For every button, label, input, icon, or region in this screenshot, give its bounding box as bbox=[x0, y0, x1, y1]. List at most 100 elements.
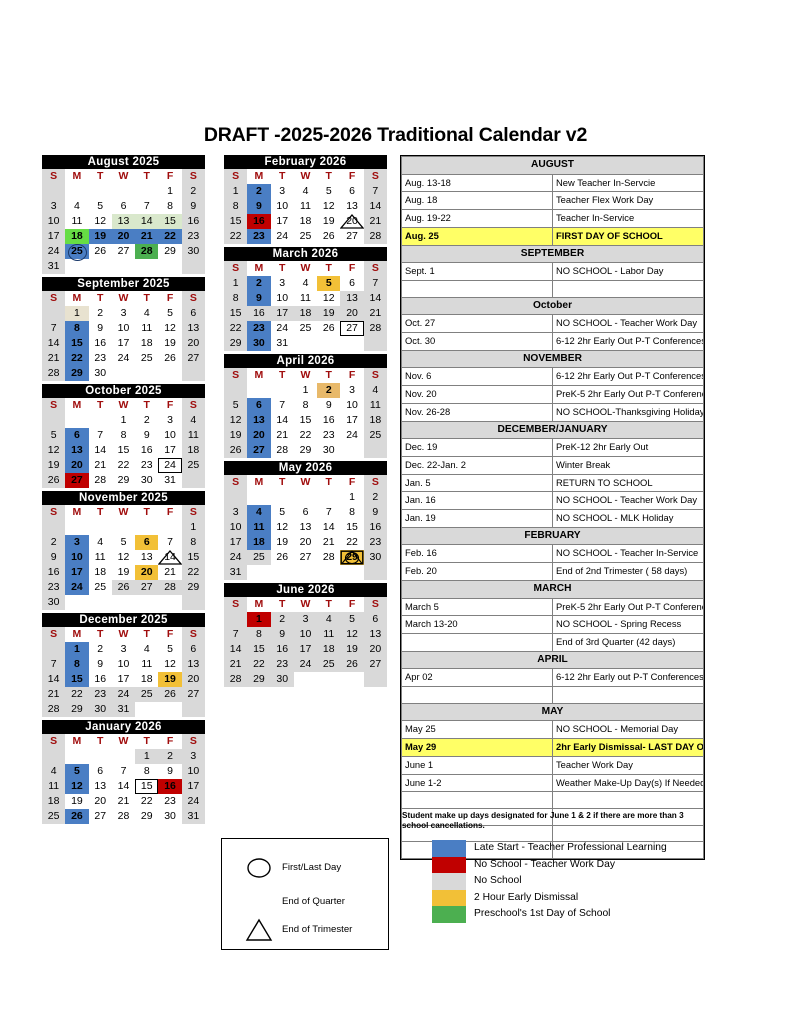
calendar-day-cell[interactable]: 21 bbox=[271, 428, 294, 443]
calendar-day-cell[interactable]: 16 bbox=[89, 336, 112, 351]
calendar-day-cell[interactable]: 14 bbox=[317, 520, 340, 535]
calendar-day-cell[interactable]: 28 bbox=[135, 244, 159, 259]
calendar-day-cell[interactable]: 13 bbox=[294, 520, 317, 535]
calendar-day-cell[interactable]: 9 bbox=[158, 764, 181, 779]
calendar-day-cell[interactable]: 26 bbox=[42, 473, 66, 488]
calendar-day-cell[interactable]: 14 bbox=[224, 642, 248, 657]
calendar-day-cell[interactable]: 16 bbox=[270, 642, 294, 657]
calendar-day-cell[interactable]: 4 bbox=[181, 413, 205, 428]
calendar-day-cell[interactable]: 23 bbox=[270, 657, 294, 672]
calendar-day-cell[interactable]: 26 bbox=[65, 809, 89, 824]
calendar-day-cell[interactable]: 13 bbox=[65, 443, 89, 458]
calendar-day-cell[interactable]: 10 bbox=[181, 764, 205, 779]
calendar-day-cell[interactable]: 9 bbox=[89, 321, 112, 336]
calendar-day-cell[interactable]: 3 bbox=[224, 505, 248, 520]
calendar-day-cell[interactable]: 17 bbox=[181, 779, 205, 794]
calendar-day-cell[interactable]: 30 bbox=[158, 809, 181, 824]
calendar-day-cell[interactable]: 19 bbox=[340, 642, 364, 657]
calendar-day-cell[interactable]: 5 bbox=[158, 306, 181, 321]
calendar-day-cell[interactable]: 14 bbox=[89, 443, 112, 458]
calendar-day-cell[interactable]: 22 bbox=[65, 687, 89, 702]
calendar-day-cell[interactable]: 17 bbox=[112, 672, 135, 687]
calendar-day-cell[interactable]: 18 bbox=[247, 535, 271, 550]
calendar-day-cell[interactable]: 4 bbox=[363, 383, 387, 398]
calendar-day-cell[interactable]: 25 bbox=[65, 244, 89, 261]
calendar-day-cell[interactable]: 6 bbox=[340, 276, 363, 291]
calendar-day-cell[interactable]: 26 bbox=[224, 443, 248, 458]
calendar-day-cell[interactable]: 7 bbox=[271, 398, 294, 413]
calendar-day-cell[interactable]: 31 bbox=[42, 259, 66, 274]
calendar-day-cell[interactable]: 10 bbox=[42, 214, 66, 229]
calendar-day-cell[interactable]: 29 bbox=[247, 672, 271, 687]
calendar-day-cell[interactable]: 27 bbox=[247, 443, 271, 458]
calendar-day-cell[interactable]: 1 bbox=[135, 749, 159, 764]
calendar-day-cell[interactable]: 20 bbox=[294, 535, 317, 550]
calendar-day-cell[interactable]: 23 bbox=[247, 321, 271, 336]
calendar-day-cell[interactable]: 12 bbox=[224, 413, 248, 428]
calendar-day-cell[interactable]: 18 bbox=[89, 565, 112, 580]
calendar-day-cell[interactable]: 22 bbox=[135, 794, 158, 809]
calendar-day-cell[interactable]: 19 bbox=[317, 214, 340, 229]
calendar-day-cell[interactable]: 10 bbox=[340, 398, 363, 413]
calendar-day-cell[interactable]: 6 bbox=[363, 612, 387, 627]
calendar-day-cell[interactable]: 1 bbox=[224, 184, 248, 199]
calendar-day-cell[interactable]: 8 bbox=[294, 398, 317, 413]
calendar-day-cell[interactable]: 14 bbox=[135, 214, 159, 229]
calendar-day-cell[interactable]: 11 bbox=[135, 321, 158, 336]
calendar-day-cell[interactable]: 4 bbox=[317, 612, 341, 627]
calendar-day-cell[interactable]: 1 bbox=[294, 383, 317, 398]
calendar-day-cell[interactable]: 6 bbox=[135, 535, 159, 550]
calendar-day-cell[interactable]: 18 bbox=[42, 794, 66, 809]
calendar-day-cell[interactable]: 12 bbox=[158, 321, 181, 336]
calendar-day-cell[interactable]: 15 bbox=[294, 413, 317, 428]
calendar-day-cell[interactable]: 2 bbox=[89, 642, 112, 657]
calendar-day-cell[interactable]: 5 bbox=[317, 184, 340, 199]
calendar-day-cell[interactable]: 15 bbox=[65, 672, 89, 687]
calendar-day-cell[interactable]: 2 bbox=[363, 490, 387, 505]
calendar-day-cell[interactable]: 12 bbox=[65, 779, 89, 794]
calendar-day-cell[interactable]: 2 bbox=[247, 184, 271, 199]
calendar-day-cell[interactable]: 10 bbox=[271, 291, 294, 306]
calendar-day-cell[interactable]: 13 bbox=[181, 657, 205, 672]
calendar-day-cell[interactable]: 7 bbox=[42, 657, 66, 672]
calendar-day-cell[interactable]: 7 bbox=[363, 276, 387, 291]
calendar-day-cell[interactable]: 11 bbox=[42, 779, 66, 794]
calendar-day-cell[interactable]: 31 bbox=[111, 702, 136, 717]
calendar-day-cell[interactable]: 14 bbox=[271, 413, 294, 428]
calendar-day-cell[interactable]: 14 bbox=[158, 550, 183, 565]
calendar-day-cell[interactable]: 6 bbox=[65, 428, 89, 443]
calendar-day-cell[interactable]: 13 bbox=[247, 413, 271, 428]
calendar-day-cell[interactable]: 2 bbox=[89, 306, 112, 321]
calendar-day-cell[interactable]: 20 bbox=[111, 229, 136, 244]
calendar-day-cell[interactable]: 25 bbox=[294, 321, 317, 336]
calendar-day-cell[interactable]: 27 bbox=[181, 687, 205, 702]
calendar-day-cell[interactable]: 9 bbox=[135, 428, 158, 443]
calendar-day-cell[interactable]: 10 bbox=[271, 199, 294, 214]
calendar-day-cell[interactable]: 9 bbox=[317, 398, 340, 413]
calendar-day-cell[interactable]: 12 bbox=[317, 199, 340, 214]
calendar-day-cell[interactable]: 26 bbox=[340, 657, 364, 672]
calendar-day-cell[interactable]: 8 bbox=[112, 428, 135, 443]
calendar-day-cell[interactable]: 13 bbox=[111, 214, 136, 229]
calendar-day-cell[interactable]: 1 bbox=[65, 642, 89, 657]
calendar-day-cell[interactable]: 3 bbox=[65, 535, 89, 550]
calendar-day-cell[interactable]: 18 bbox=[293, 306, 318, 321]
calendar-day-cell[interactable]: 21 bbox=[363, 306, 387, 321]
calendar-day-cell[interactable]: 24 bbox=[224, 550, 248, 565]
calendar-day-cell[interactable]: 5 bbox=[42, 428, 66, 443]
calendar-day-cell[interactable]: 15 bbox=[224, 214, 248, 229]
calendar-day-cell[interactable]: 12 bbox=[317, 291, 340, 306]
calendar-day-cell[interactable]: 22 bbox=[65, 351, 89, 366]
calendar-day-cell[interactable]: 21 bbox=[112, 794, 135, 809]
calendar-day-cell[interactable]: 23 bbox=[88, 687, 112, 702]
calendar-day-cell[interactable]: 25 bbox=[363, 428, 387, 443]
calendar-day-cell[interactable]: 30 bbox=[317, 443, 340, 458]
calendar-day-cell[interactable]: 29 bbox=[65, 702, 89, 717]
calendar-day-cell[interactable]: 29 bbox=[181, 580, 205, 595]
calendar-day-cell[interactable]: 29 bbox=[340, 550, 364, 565]
calendar-day-cell[interactable]: 14 bbox=[363, 291, 387, 306]
calendar-day-cell[interactable]: 7 bbox=[42, 321, 66, 336]
calendar-day-cell[interactable]: 20 bbox=[340, 214, 365, 229]
calendar-day-cell[interactable]: 16 bbox=[247, 306, 271, 321]
calendar-day-cell[interactable]: 16 bbox=[42, 565, 66, 580]
